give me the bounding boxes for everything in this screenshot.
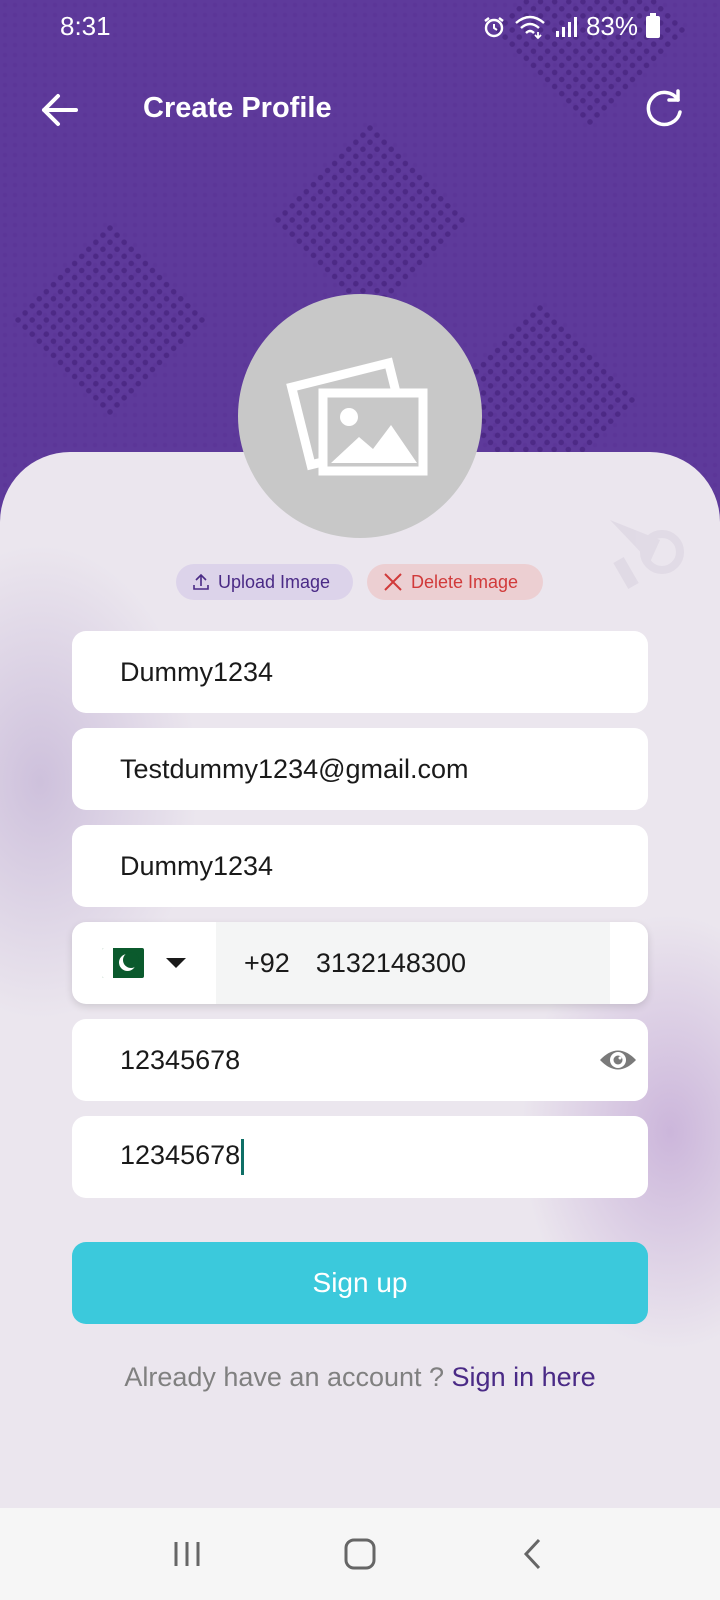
signup-button[interactable]: Sign up — [72, 1242, 648, 1324]
country-selector[interactable] — [72, 922, 216, 1004]
signup-label: Sign up — [312, 1267, 408, 1298]
wifi-icon — [515, 15, 545, 39]
signal-icon — [555, 16, 577, 37]
confirm-password-field[interactable]: 12345678 — [72, 1116, 648, 1198]
image-placeholder-icon — [286, 357, 428, 476]
signin-prompt: Already have an account ? — [124, 1362, 452, 1392]
hair-dryer-icon — [610, 520, 684, 589]
close-icon — [384, 573, 402, 591]
email-value: Testdummy1234@gmail.com — [120, 753, 469, 784]
back-arrow-icon[interactable] — [36, 88, 84, 132]
name-value: Dummy1234 — [120, 850, 274, 881]
name-field[interactable]: Dummy1234 — [72, 825, 648, 907]
pakistan-flag-icon — [102, 948, 144, 978]
home-button[interactable] — [330, 1529, 390, 1579]
password-value: 12345678 — [120, 1044, 241, 1075]
username-value: Dummy1234 — [120, 656, 274, 687]
alarm-icon — [484, 16, 504, 37]
recent-apps-icon — [174, 1542, 200, 1566]
username-field[interactable]: Dummy1234 — [72, 631, 648, 713]
page-title: Create Profile — [143, 92, 332, 124]
password-field[interactable]: 12345678 — [72, 1019, 648, 1101]
status-bar: 8:31 83% — [0, 0, 720, 52]
phone-field: +92 3132148300 — [72, 922, 648, 1004]
confirm-password-value: 12345678 — [72, 1139, 245, 1175]
signin-link[interactable]: Sign in here — [452, 1362, 596, 1392]
eye-icon[interactable] — [598, 1043, 638, 1077]
delete-image-label: Delete Image — [411, 571, 519, 592]
chevron-left-icon — [524, 1538, 541, 1570]
refresh-icon[interactable] — [640, 86, 688, 134]
status-time: 8:31 — [60, 11, 111, 41]
recent-apps-button[interactable] — [157, 1529, 217, 1579]
phone-number-input[interactable]: +92 3132148300 — [216, 922, 610, 1004]
upload-icon — [193, 573, 209, 590]
text-cursor — [241, 1139, 245, 1175]
home-icon — [344, 1538, 376, 1570]
chevron-down-icon — [166, 958, 186, 968]
upload-image-label: Upload Image — [218, 571, 331, 592]
battery-percent: 83% — [585, 11, 638, 41]
dial-code: +92 — [244, 947, 290, 978]
battery-icon — [646, 12, 660, 38]
profile-avatar[interactable] — [238, 294, 482, 538]
app-bar: Create Profile — [0, 70, 720, 150]
status-icons: 83% — [482, 11, 660, 42]
email-field[interactable]: Testdummy1234@gmail.com — [72, 728, 648, 810]
phone-number-value: 3132148300 — [315, 947, 466, 978]
upload-image-button[interactable]: Upload Image — [176, 564, 353, 600]
system-nav-bar — [0, 1508, 720, 1600]
delete-image-button[interactable]: Delete Image — [367, 564, 543, 600]
signin-row: Already have an account ? Sign in here — [0, 1362, 720, 1393]
system-back-button[interactable] — [503, 1529, 563, 1579]
